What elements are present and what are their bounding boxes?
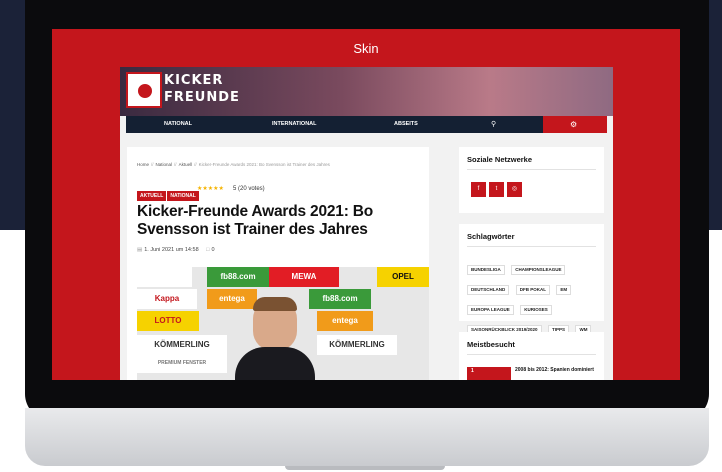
tag-item[interactable]: KURIOSES (520, 305, 552, 315)
logo-icon[interactable] (126, 72, 162, 108)
facebook-icon[interactable]: f (471, 182, 486, 197)
category-badges: AKTUELL NATIONAL (137, 184, 200, 201)
breadcrumb: Home//National//Aktuell//Kicker-Freunde … (137, 162, 330, 167)
site-logo-text[interactable]: KICKER FREUNDE (164, 72, 240, 106)
tag-item[interactable]: DFB POKAL (515, 285, 550, 295)
comment-count[interactable]: 0 (212, 247, 215, 253)
breadcrumb-current: Kicker-Freunde Awards 2021: Bo Svensson … (198, 162, 330, 167)
breadcrumb-national[interactable]: National (156, 162, 173, 167)
instagram-icon[interactable]: ◎ (507, 182, 522, 197)
breadcrumb-aktuell[interactable]: Aktuell (179, 162, 193, 167)
rating-stars[interactable]: ★★★★★ (197, 184, 224, 194)
widget-tags: Schlagwörter BUNDESLIGA CHAMPIONSLEAGUE … (459, 224, 604, 335)
badge-aktuell[interactable]: AKTUELL (137, 191, 167, 201)
ad-board: PREMIUM FENSTER (137, 353, 227, 373)
logo-line-2: FREUNDE (164, 90, 240, 105)
ad-board: OPEL (377, 267, 429, 287)
article-card: Home//National//Aktuell//Kicker-Freunde … (127, 147, 429, 380)
monitor-chin (25, 408, 709, 466)
ad-board: KÖMMERLING (317, 335, 397, 355)
nav-item-international[interactable]: INTERNATIONAL (272, 116, 317, 133)
widget-title: Soziale Netzwerke (467, 155, 533, 164)
tag-item[interactable]: EM (556, 285, 572, 295)
nav-item-national[interactable]: NATIONAL (164, 116, 192, 133)
ad-board: MEWA (269, 267, 339, 287)
widget-social: Soziale Netzwerke f t ◎ (459, 147, 604, 213)
post-rank: 1 (471, 368, 474, 374)
post-title[interactable]: 2008 bis 2012: Spanien dominiert (515, 367, 601, 374)
logo-line-1: KICKER (164, 73, 224, 88)
gear-icon: ⚙ (570, 120, 578, 129)
photo-person (235, 297, 315, 380)
article-date: 1. Juni 2021 um 14:58 (144, 247, 199, 253)
breadcrumb-home[interactable]: Home (137, 162, 149, 167)
site-header: KICKER FREUNDE (120, 67, 613, 116)
monitor-screen: Skin KICKER FREUNDE NATIONAL INTERNATION… (52, 29, 680, 380)
twitter-icon[interactable]: t (489, 182, 504, 197)
ad-board: fb88.com (207, 267, 269, 287)
ad-board: LOTTO (137, 311, 199, 331)
website: KICKER FREUNDE NATIONAL INTERNATIONAL AB… (120, 67, 613, 380)
tag-cloud: BUNDESLIGA CHAMPIONSLEAGUE DEUTSCHLAND D… (467, 258, 599, 338)
tag-item[interactable]: CHAMPIONSLEAGUE (511, 265, 566, 275)
ad-board: fb88.com (309, 289, 371, 309)
tag-item[interactable]: DEUTSCHLAND (467, 285, 510, 295)
settings-button[interactable]: ⚙ (543, 116, 607, 133)
tag-item[interactable]: BUNDESLIGA (467, 265, 505, 275)
nav-item-abseits[interactable]: ABSEITS (394, 116, 418, 133)
monitor-stand (285, 466, 445, 470)
article-title: Kicker-Freunde Awards 2021: Bo Svensson … (137, 203, 374, 238)
rating-votes: 5 (20 votes) (233, 186, 265, 192)
widget-most-visited: Meistbesucht 1 2008 bis 2012: Spanien do… (459, 332, 604, 380)
ad-board: entega (317, 311, 373, 331)
badge-national[interactable]: NATIONAL (167, 191, 199, 201)
ad-board (137, 267, 192, 287)
article-photo: fb88.com MEWA OPEL Kappa entega fb88.com… (137, 267, 429, 380)
main-nav: NATIONAL INTERNATIONAL ABSEITS ⚲ ⚙ (126, 116, 607, 133)
skin-label: Skin (353, 41, 379, 56)
tag-item[interactable]: EUROPA LEAGUE (467, 305, 514, 315)
article-meta: ▤ 1. Juni 2021 um 14:58 □ 0 (137, 247, 215, 253)
calendar-icon: ▤ (137, 247, 143, 253)
ad-board: Kappa (137, 289, 197, 309)
search-icon[interactable]: ⚲ (491, 116, 496, 133)
ad-board: KÖMMERLING (137, 335, 227, 355)
widget-title: Meistbesucht (467, 340, 515, 349)
widget-title: Schlagwörter (467, 232, 515, 241)
comment-icon: □ (206, 247, 210, 253)
